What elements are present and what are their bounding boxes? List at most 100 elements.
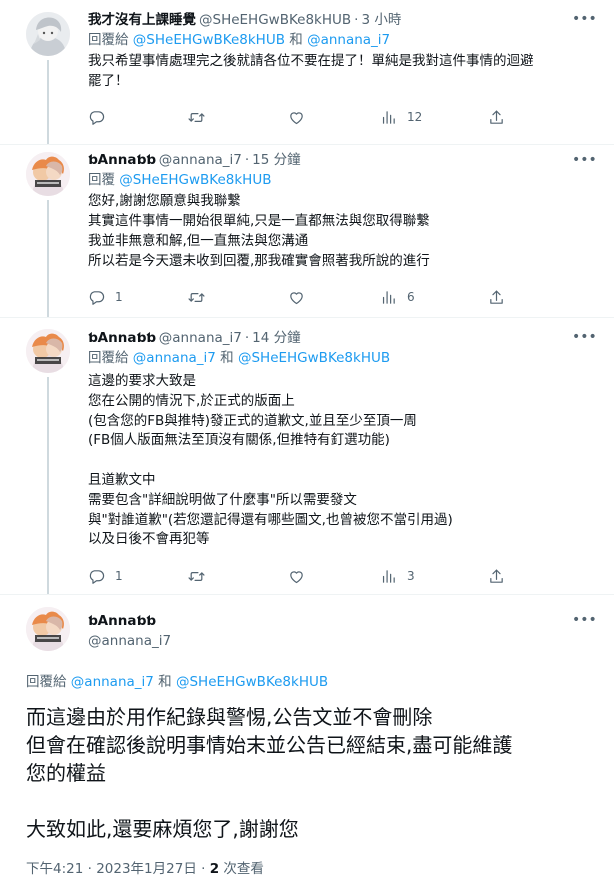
views-icon	[380, 568, 397, 585]
reply-and: 和	[289, 32, 303, 48]
reply-to-line: 回覆給 @annana_i7 和 @SHeEHGwBKe8kHUB	[88, 348, 588, 368]
timestamp[interactable]: 15 分鐘	[252, 150, 300, 170]
action-bar: 1 3	[88, 566, 518, 586]
reply-prefix: 回覆給	[88, 32, 129, 48]
reply-prefix: 回覆給	[88, 350, 129, 366]
like-icon	[288, 109, 305, 126]
retweet-icon	[188, 289, 205, 306]
views-button[interactable]: 3	[380, 568, 488, 585]
user-avatar-icon	[26, 152, 70, 196]
user-handle[interactable]: @annana_i7	[159, 328, 242, 348]
reply-count: 1	[115, 290, 123, 304]
views-icon	[380, 109, 397, 126]
retweet-button[interactable]	[188, 568, 288, 585]
user-handle[interactable]: @annana_i7	[159, 150, 242, 170]
more-icon[interactable]: •••	[572, 12, 597, 32]
retweet-button[interactable]	[188, 109, 288, 126]
reply-button[interactable]	[88, 109, 188, 126]
retweet-icon	[188, 109, 205, 126]
reply-mention-link[interactable]: @annana_i7	[307, 32, 390, 48]
reply-icon	[88, 289, 105, 306]
timestamp[interactable]: 3 小時	[361, 10, 401, 30]
reply-button[interactable]: 1	[88, 568, 188, 585]
share-icon	[488, 289, 505, 306]
reply-icon	[88, 109, 105, 126]
display-name[interactable]: ƅAnnaƅƅ	[88, 328, 156, 348]
like-button[interactable]	[288, 289, 380, 306]
view-count: 2	[209, 861, 220, 877]
action-bar: 1 6	[88, 287, 518, 307]
user-avatar-icon	[26, 12, 70, 56]
reply-and: 和	[158, 674, 172, 690]
like-icon	[288, 289, 305, 306]
share-button[interactable]	[488, 109, 505, 126]
thread-line	[47, 377, 49, 594]
display-name[interactable]: ƅAnnaƅƅ	[88, 611, 508, 631]
reply-to-line: 回覆給 @SHeEHGwBKe8kHUB 和 @annana_i7	[88, 30, 588, 50]
thread-line	[47, 200, 49, 317]
more-icon[interactable]: •••	[572, 330, 597, 350]
reply-mention-link[interactable]: @SHeEHGwBKe8kHUB	[133, 32, 285, 48]
tweet-header: 我才沒有上課睡覺 @SHeEHGwBKe8kHUB · 3 小時	[88, 10, 588, 30]
main-tweet: ƅAnnaƅƅ @annana_i7 ••• 回覆給 @annana_i7 和 …	[0, 595, 614, 887]
tweet-text: 這邊的要求大致是 您在公開的情況下,於正式的版面上 (包含您的FB與推特)發正式…	[88, 373, 453, 548]
avatar[interactable]	[26, 329, 70, 373]
reply-prefix: 回覆給	[26, 674, 67, 690]
more-icon[interactable]: •••	[572, 613, 597, 633]
share-button[interactable]	[488, 289, 505, 306]
separator-dot: ·	[201, 861, 206, 877]
share-button[interactable]	[488, 568, 505, 585]
reply-tweet-3[interactable]: ƅAnnaƅƅ @annana_i7 · 14 分鐘 回覆給 @annana_i…	[0, 318, 614, 594]
reply-tweet-1[interactable]: 我才沒有上課睡覺 @SHeEHGwBKe8kHUB · 3 小時 回覆給 @SH…	[0, 0, 614, 145]
separator-dot: ·	[244, 330, 250, 346]
user-handle[interactable]: @annana_i7	[88, 631, 508, 651]
views-count: 3	[407, 569, 415, 583]
user-handle[interactable]: @SHeEHGwBKe8kHUB	[199, 10, 351, 30]
separator-dot: ·	[354, 12, 359, 28]
share-icon	[488, 568, 505, 585]
thread-line	[47, 60, 49, 145]
reply-prefix: 回覆	[88, 172, 115, 188]
views-icon	[380, 289, 397, 306]
retweet-icon	[188, 568, 205, 585]
action-bar: 12	[88, 107, 518, 127]
more-icon[interactable]: •••	[572, 153, 597, 173]
reply-icon	[88, 568, 105, 585]
reply-button[interactable]: 1	[88, 289, 188, 306]
user-avatar-icon	[26, 329, 70, 373]
timestamp[interactable]: 14 分鐘	[252, 328, 300, 348]
like-button[interactable]	[288, 109, 380, 126]
like-icon	[288, 568, 305, 585]
retweet-button[interactable]	[188, 289, 288, 306]
share-icon	[488, 109, 505, 126]
like-button[interactable]	[288, 568, 380, 585]
views-button[interactable]: 12	[380, 109, 488, 126]
reply-mention-link[interactable]: @SHeEHGwBKe8kHUB	[238, 350, 390, 366]
views-button[interactable]: 6	[380, 289, 488, 306]
reply-and: 和	[220, 350, 234, 366]
tweet-meta: 下午4:21 · 2023年1月27日 · 2 次查看	[26, 859, 264, 879]
reply-tweet-2[interactable]: ƅAnnaƅƅ @annana_i7 · 15 分鐘 回覆 @SHeEHGwBK…	[0, 145, 614, 317]
avatar[interactable]	[26, 607, 70, 651]
tweet-header: ƅAnnaƅƅ @annana_i7 · 14 分鐘	[88, 328, 588, 348]
tweet-text: 您好,謝謝您願意與我聯繫 其實這件事情一開始很單純,只是一直都無法與您取得聯繫 …	[88, 193, 430, 269]
reply-count: 1	[115, 569, 123, 583]
avatar[interactable]	[26, 12, 70, 56]
post-timestamp[interactable]: 下午4:21 · 2023年1月27日	[26, 861, 197, 877]
reply-to-line: 回覆給 @annana_i7 和 @SHeEHGwBKe8kHUB	[26, 672, 328, 692]
display-name[interactable]: ƅAnnaƅƅ	[88, 150, 156, 170]
user-avatar-icon	[26, 607, 70, 651]
views-count: 12	[407, 110, 423, 124]
views-count: 6	[407, 290, 415, 304]
reply-to-line: 回覆 @SHeEHGwBKe8kHUB	[88, 170, 588, 190]
reply-mention-link[interactable]: @SHeEHGwBKe8kHUB	[119, 172, 271, 188]
main-tweet-text: 而這邊由於用作紀錄與警惕,公告文並不會刪除 但會在確認後說明事情始末並公告已經結…	[26, 705, 513, 841]
reply-mention-link[interactable]: @annana_i7	[71, 674, 154, 690]
display-name[interactable]: 我才沒有上課睡覺	[88, 10, 196, 30]
view-label: 次查看	[223, 861, 264, 877]
tweet-text: 我只希望事情處理完之後就請各位不要在提了！單純是我對這件事情的迴避 罷了！	[88, 53, 534, 89]
tweet-header: ƅAnnaƅƅ @annana_i7 · 15 分鐘	[88, 150, 588, 170]
reply-mention-link[interactable]: @annana_i7	[133, 350, 216, 366]
avatar[interactable]	[26, 152, 70, 196]
reply-mention-link[interactable]: @SHeEHGwBKe8kHUB	[176, 674, 328, 690]
